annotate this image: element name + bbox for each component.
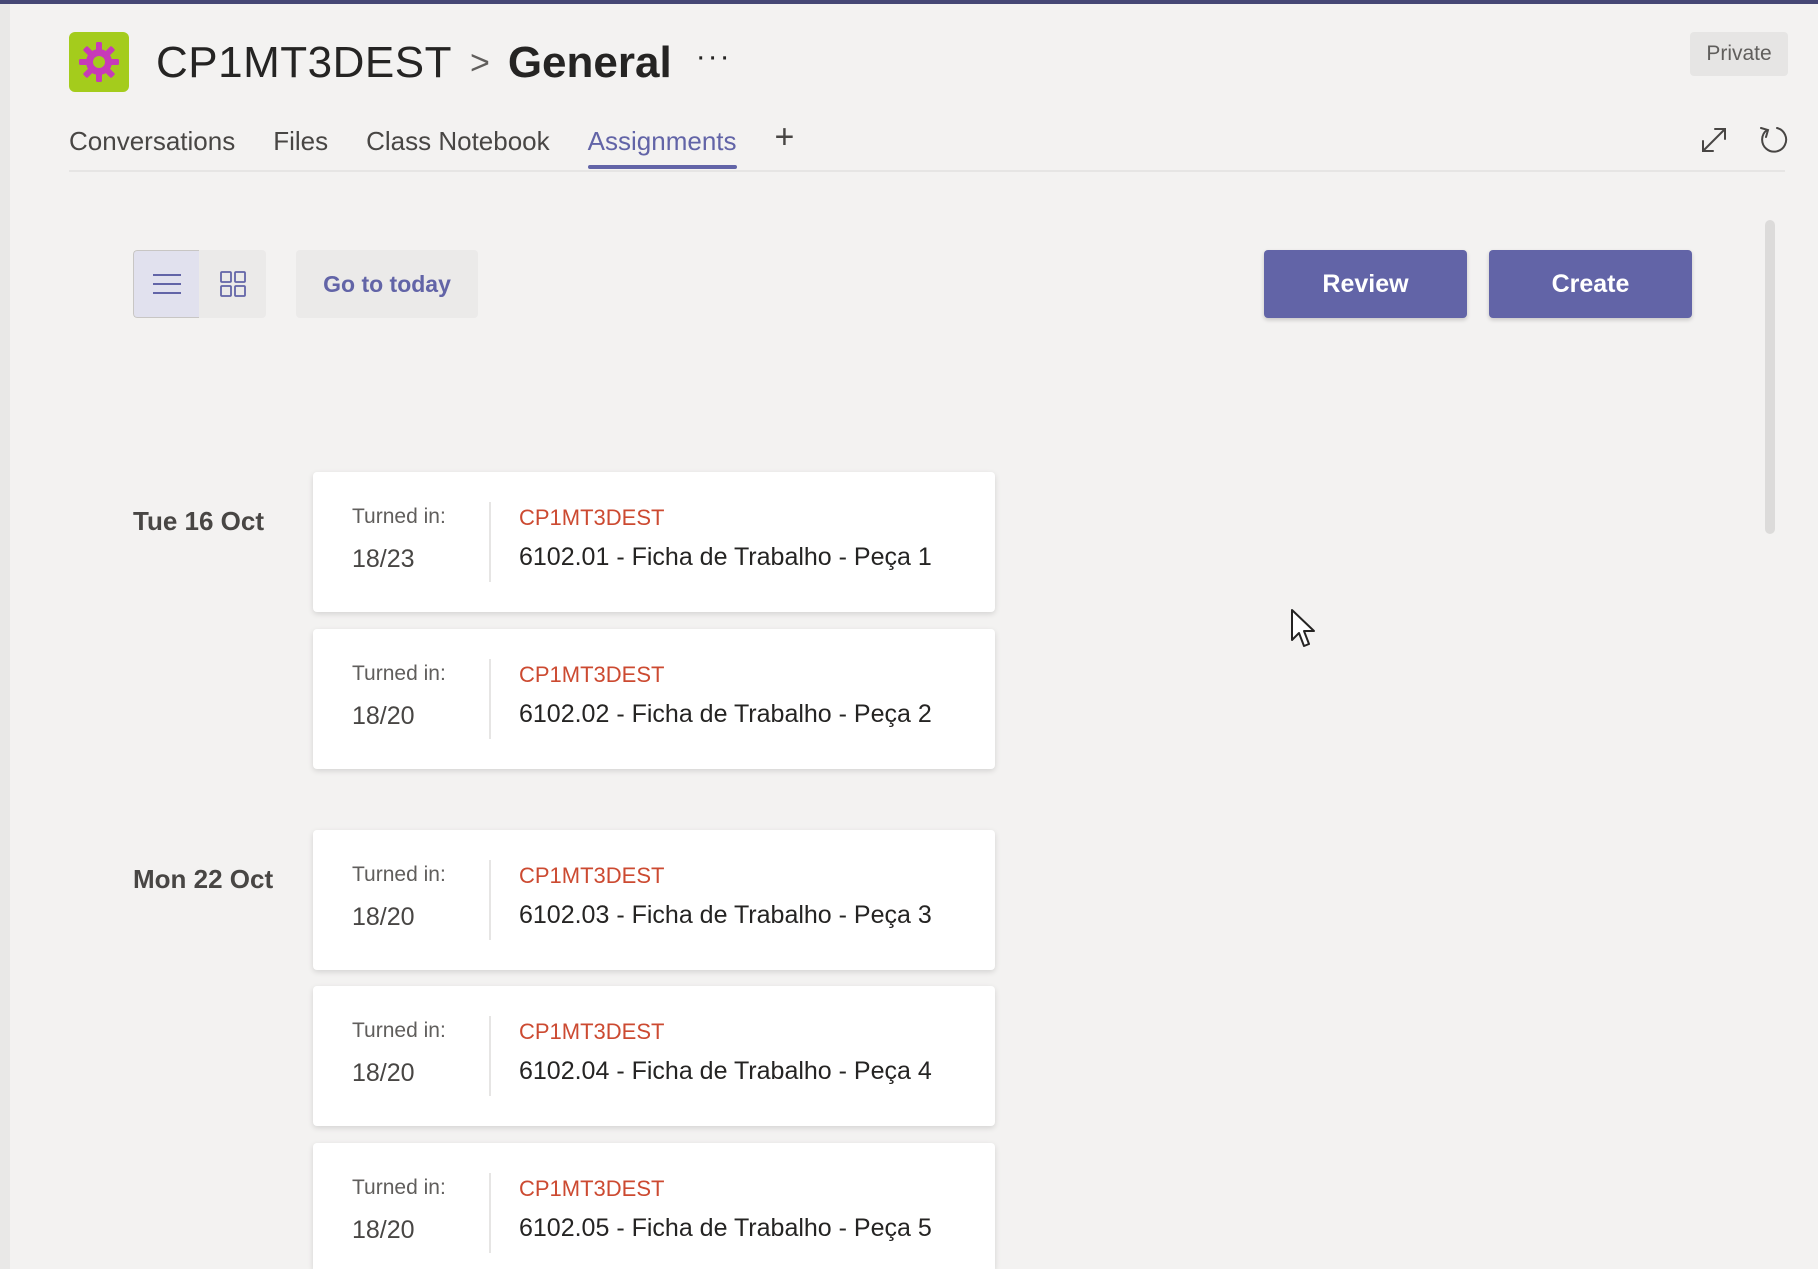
top-accent-stripe: [0, 0, 1818, 4]
class-name: CP1MT3DEST: [519, 1019, 665, 1044]
refresh-icon[interactable]: [1757, 123, 1789, 155]
assignment-title: 6102.04 - Ficha de Trabalho - Peça 4: [519, 1057, 932, 1085]
turned-in-count: 18/20: [352, 903, 415, 931]
turned-in-count: 18/20: [352, 1216, 415, 1244]
date-label: Tue 16 Oct: [133, 506, 265, 536]
tab-files[interactable]: Files: [273, 122, 328, 169]
card-divider: [489, 1016, 491, 1096]
turned-in-count: 18/20: [352, 702, 415, 730]
card-divider: [489, 502, 491, 582]
assignment-card[interactable]: Turned in: 18/23 CP1MT3DEST 6102.01 - Fi…: [313, 472, 995, 612]
tab-conversations[interactable]: Conversations: [69, 122, 235, 169]
class-name: CP1MT3DEST: [519, 505, 665, 530]
more-options-button[interactable]: ···: [696, 40, 732, 74]
tabs-divider: [69, 170, 1785, 172]
review-button[interactable]: Review: [1264, 250, 1467, 318]
add-tab-button[interactable]: +: [775, 118, 795, 157]
list-view-button[interactable]: [133, 250, 199, 318]
tab-class-notebook[interactable]: Class Notebook: [366, 122, 550, 169]
card-divider: [489, 860, 491, 940]
tab-assignments[interactable]: Assignments: [587, 122, 737, 169]
go-to-today-button[interactable]: Go to today: [296, 250, 478, 318]
card-divider: [489, 659, 491, 739]
turned-in-count: 18/20: [352, 1059, 415, 1087]
mouse-cursor-icon: [1291, 609, 1315, 647]
expand-icon[interactable]: [1698, 124, 1730, 156]
assignment-card[interactable]: Turned in: 18/20 CP1MT3DEST 6102.03 - Fi…: [313, 830, 995, 970]
assignment-title: 6102.01 - Ficha de Trabalho - Peça 1: [519, 543, 932, 571]
turned-in-count: 18/23: [352, 545, 415, 573]
assignment-card[interactable]: Turned in: 18/20 CP1MT3DEST 6102.04 - Fi…: [313, 986, 995, 1126]
assignment-title: 6102.02 - Ficha de Trabalho - Peça 2: [519, 700, 932, 728]
turned-in-label: Turned in:: [352, 662, 446, 685]
turned-in-label: Turned in:: [352, 1019, 446, 1042]
channel-name: General: [507, 38, 672, 87]
scrollbar[interactable]: [1765, 220, 1775, 534]
view-toggle: [133, 250, 266, 318]
breadcrumb-separator: >: [469, 43, 490, 82]
gear-icon: [79, 42, 119, 82]
create-button[interactable]: Create: [1489, 250, 1692, 318]
team-name[interactable]: CP1MT3DEST: [156, 38, 452, 88]
card-divider: [489, 1173, 491, 1253]
team-logo[interactable]: [69, 32, 129, 92]
class-name: CP1MT3DEST: [519, 1176, 665, 1201]
date-label: Mon 22 Oct: [133, 864, 274, 894]
class-name: CP1MT3DEST: [519, 662, 665, 687]
grid-view-icon: [219, 271, 246, 297]
list-view-icon: [152, 274, 181, 294]
turned-in-label: Turned in:: [352, 863, 446, 886]
private-badge: Private: [1690, 32, 1788, 76]
breadcrumb: CP1MT3DEST > General ···: [156, 28, 732, 98]
turned-in-label: Turned in:: [352, 1176, 446, 1199]
left-edge: [0, 4, 10, 1269]
turned-in-label: Turned in:: [352, 505, 446, 528]
grid-view-button[interactable]: [199, 250, 266, 318]
assignment-title: 6102.03 - Ficha de Trabalho - Peça 3: [519, 901, 932, 929]
assignment-card[interactable]: Turned in: 18/20 CP1MT3DEST 6102.05 - Fi…: [313, 1143, 995, 1269]
class-name: CP1MT3DEST: [519, 863, 665, 888]
channel-tabs: Conversations Files Class Notebook Assig…: [69, 118, 794, 169]
assignment-card[interactable]: Turned in: 18/20 CP1MT3DEST 6102.02 - Fi…: [313, 629, 995, 769]
assignment-title: 6102.05 - Ficha de Trabalho - Peça 5: [519, 1214, 932, 1242]
